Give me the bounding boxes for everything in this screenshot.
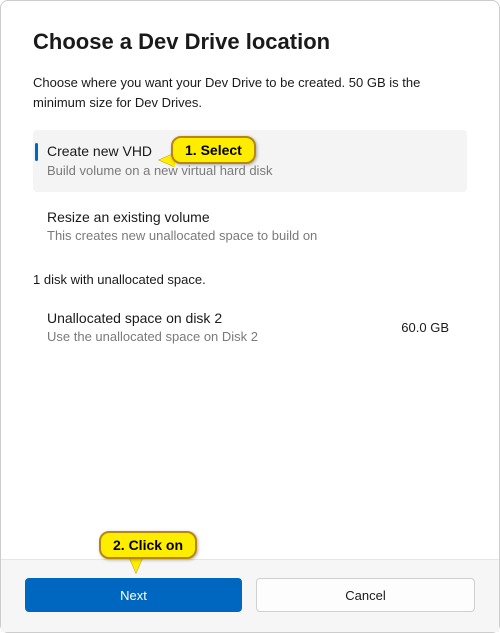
- dialog-content: Choose a Dev Drive location Choose where…: [1, 1, 499, 559]
- disk-title: Unallocated space on disk 2: [47, 309, 401, 329]
- next-button[interactable]: Next: [25, 578, 242, 612]
- annotation-click-on: 2. Click on: [99, 531, 197, 559]
- annotation-select: 1. Select: [171, 136, 256, 164]
- unallocated-section-label: 1 disk with unallocated space.: [33, 272, 467, 287]
- option-description: This creates new unallocated space to bu…: [47, 227, 453, 245]
- option-title: Resize an existing volume: [47, 208, 453, 228]
- disk-description: Use the unallocated space on Disk 2: [47, 328, 401, 346]
- dialog-footer: Next Cancel: [1, 559, 499, 632]
- page-subtitle: Choose where you want your Dev Drive to …: [33, 73, 467, 112]
- option-description: Build volume on a new virtual hard disk: [47, 162, 453, 180]
- page-title: Choose a Dev Drive location: [33, 29, 467, 55]
- annotation-click-pointer: [129, 557, 143, 573]
- option-resize-volume[interactable]: Resize an existing volume This creates n…: [33, 196, 467, 258]
- cancel-button[interactable]: Cancel: [256, 578, 475, 612]
- option-unallocated-disk-2[interactable]: Unallocated space on disk 2 Use the unal…: [33, 297, 467, 359]
- disk-size: 60.0 GB: [401, 320, 453, 335]
